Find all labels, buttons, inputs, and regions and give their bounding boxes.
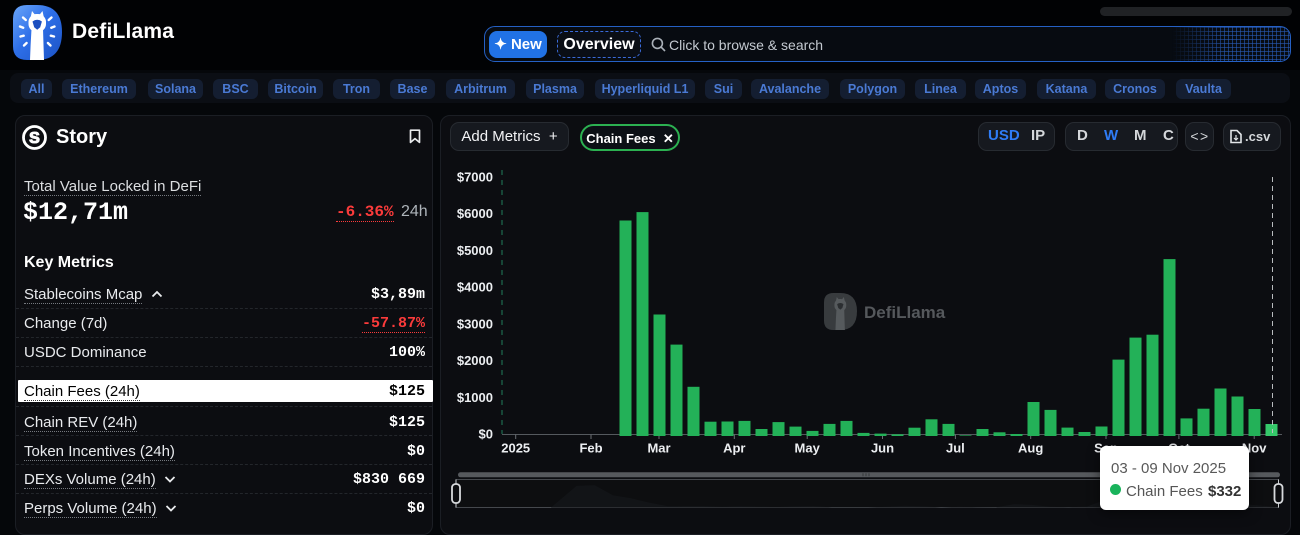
svg-text:Apr: Apr	[723, 441, 745, 456]
svg-text:$0: $0	[479, 427, 493, 442]
svg-text:Jul: Jul	[946, 441, 965, 456]
svg-text:$2000: $2000	[457, 353, 493, 368]
svg-text:$6000: $6000	[457, 206, 493, 221]
svg-text:Aug: Aug	[1018, 441, 1043, 456]
svg-text:May: May	[795, 441, 821, 456]
svg-text:$3000: $3000	[457, 316, 493, 331]
svg-text:$7000: $7000	[457, 170, 493, 185]
svg-text:$1000: $1000	[457, 390, 493, 405]
svg-text:2025: 2025	[501, 441, 530, 456]
svg-text:$5000: $5000	[457, 243, 493, 258]
svg-text:$4000: $4000	[457, 280, 493, 295]
svg-text:Mar: Mar	[647, 441, 670, 456]
svg-text:Feb: Feb	[579, 441, 602, 456]
svg-text:Jun: Jun	[871, 441, 894, 456]
